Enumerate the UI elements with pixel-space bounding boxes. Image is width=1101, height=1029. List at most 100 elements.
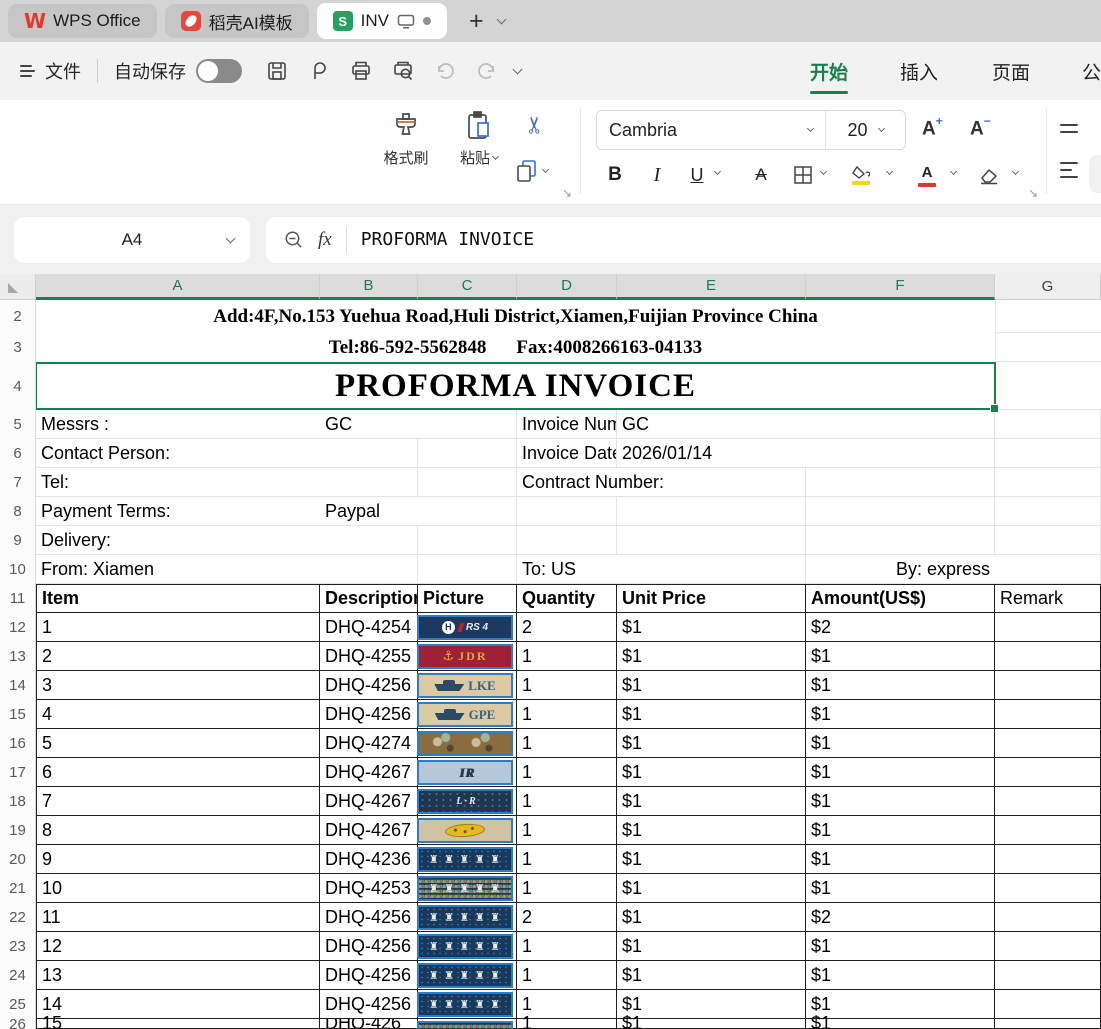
product-picture-lh[interactable]: ♜ ♜ ♜ ♜ ♜ (417, 847, 513, 872)
cell-amount-row19[interactable]: $1 (806, 816, 995, 845)
cell-picture-row23[interactable]: ♜ ♜ ♜ ♜ ♜ (418, 932, 517, 961)
cell-unit-price-row25[interactable]: $1 (617, 990, 806, 1019)
menu-tab-page[interactable]: 页面 (992, 42, 1030, 100)
cell-G6[interactable] (995, 439, 1101, 468)
row-header-21[interactable]: 21 (0, 874, 35, 903)
font-color-chevron-icon[interactable] (950, 168, 957, 175)
cell-E10[interactable] (617, 555, 806, 584)
product-picture-emblem[interactable]: ⚓JDR (417, 644, 513, 669)
cell-amount-row18[interactable]: $1 (806, 787, 995, 816)
column-header-A[interactable]: A (36, 274, 320, 300)
table-header-picture[interactable]: Picture (418, 584, 517, 613)
invoice-title-cell[interactable]: PROFORMA INVOICE (36, 362, 995, 410)
product-picture-car[interactable]: HRS 4 (417, 615, 513, 640)
cell-item-number-row16[interactable]: 5 (36, 729, 320, 758)
formula-content[interactable]: PROFORMA INVOICE (361, 229, 534, 250)
table-header-amount-us-[interactable]: Amount(US$) (806, 584, 995, 613)
cell-D6[interactable]: Invoice Date: (517, 439, 617, 468)
cell-quantity-row21[interactable]: 1 (517, 874, 617, 903)
row-header-16[interactable]: 16 (0, 729, 35, 758)
cell-description-row13[interactable]: DHQ-4255 (320, 642, 418, 671)
cell-description-row24[interactable]: DHQ-4256 (320, 961, 418, 990)
format-painter-button[interactable]: 格式刷 (372, 110, 440, 168)
cell-item-number-row14[interactable]: 3 (36, 671, 320, 700)
cell-picture-row15[interactable]: GPE (418, 700, 517, 729)
cell-quantity-row23[interactable]: 1 (517, 932, 617, 961)
cell-unit-price-row13[interactable]: $1 (617, 642, 806, 671)
product-picture-camo[interactable] (417, 731, 513, 756)
cell-item-number-row20[interactable]: 9 (36, 845, 320, 874)
cell-remark-row17[interactable] (995, 758, 1101, 787)
cell-description-row14[interactable]: DHQ-4256 (320, 671, 418, 700)
cell-quantity-row16[interactable]: 1 (517, 729, 617, 758)
cell-item-number-row24[interactable]: 13 (36, 961, 320, 990)
zoom-out-icon[interactable] (284, 230, 304, 250)
cell-remark-row22[interactable] (995, 903, 1101, 932)
cell-remark-row23[interactable] (995, 932, 1101, 961)
cell-picture-row25[interactable]: ♜ ♜ ♜ ♜ ♜ (418, 990, 517, 1019)
cell-name-box[interactable]: A4 (14, 217, 250, 263)
increase-font-button[interactable]: A+ (922, 116, 943, 140)
cell-E8[interactable] (617, 497, 806, 526)
tab-docer-templates[interactable]: 稻壳AI模板 (165, 4, 309, 38)
cell-remark-row24[interactable] (995, 961, 1101, 990)
cell-description-row21[interactable]: DHQ-4253 (320, 874, 418, 903)
menu-tab-home[interactable]: 开始 (810, 42, 848, 100)
cell-quantity-row15[interactable]: 1 (517, 700, 617, 729)
row-header-12[interactable]: 12 (0, 613, 35, 642)
column-header-D[interactable]: D (517, 274, 617, 300)
cell-remark-row12[interactable] (995, 613, 1101, 642)
cell-picture-row20[interactable]: ♜ ♜ ♜ ♜ ♜ (418, 845, 517, 874)
cell-C10[interactable] (418, 555, 517, 584)
cell-C7[interactable] (418, 468, 517, 497)
row-header-22[interactable]: 22 (0, 903, 35, 932)
cell-F10[interactable]: By: express (806, 555, 995, 584)
cell-remark-row25[interactable] (995, 990, 1101, 1019)
cell-E5[interactable]: GC (617, 410, 806, 439)
cell-remark-row19[interactable] (995, 816, 1101, 845)
cell-description-row16[interactable]: DHQ-4274 (320, 729, 418, 758)
row-header-17[interactable]: 17 (0, 758, 35, 787)
product-picture-lh[interactable]: ♜ ♜ ♜ ♜ ♜ (417, 992, 513, 1017)
cell-quantity-row12[interactable]: 2 (517, 613, 617, 642)
align-left-icon[interactable] (1060, 162, 1078, 178)
cell-quantity-row18[interactable]: 1 (517, 787, 617, 816)
italic-button[interactable]: I (642, 158, 672, 192)
cell-remark-row16[interactable] (995, 729, 1101, 758)
cell-D5[interactable]: Invoice Number: (517, 410, 617, 439)
row-header-3[interactable]: 3 (0, 333, 35, 362)
column-header-B[interactable]: B (320, 274, 418, 300)
cell-unit-price-row12[interactable]: $1 (617, 613, 806, 642)
cell-F6[interactable] (806, 439, 995, 468)
product-picture-jaguar[interactable] (417, 818, 513, 843)
cell-description-row25[interactable]: DHQ-4256 (320, 990, 418, 1019)
cell-quantity-row17[interactable]: 1 (517, 758, 617, 787)
row-header-7[interactable]: 7 (0, 468, 35, 497)
cell-unit-price-row19[interactable]: $1 (617, 816, 806, 845)
cell-F7[interactable] (806, 468, 995, 497)
borders-chevron-icon[interactable] (820, 168, 827, 175)
cell-description-row22[interactable]: DHQ-4256 (320, 903, 418, 932)
cell-G10[interactable] (995, 555, 1101, 584)
cell-amount-row24[interactable]: $1 (806, 961, 995, 990)
bold-button[interactable]: B (600, 158, 630, 192)
fx-icon[interactable]: fx (318, 229, 332, 251)
cell-quantity-row22[interactable]: 2 (517, 903, 617, 932)
cell-E6[interactable]: 2026/01/14 (617, 439, 806, 468)
row-header-14[interactable]: 14 (0, 671, 35, 700)
align-top-icon[interactable] (1060, 124, 1078, 133)
row-header-11[interactable]: 11 (0, 584, 35, 613)
cell-remark-row18[interactable] (995, 787, 1101, 816)
row-header-5[interactable]: 5 (0, 410, 35, 439)
row-header-23[interactable]: 23 (0, 932, 35, 961)
cell-A7[interactable]: Tel: (36, 468, 320, 497)
fill-color-chevron-icon[interactable] (886, 168, 893, 175)
cell-amount-row26[interactable]: $1 (806, 1019, 995, 1029)
product-picture-ship[interactable]: LKE (417, 673, 513, 698)
font-size-select[interactable]: 20 (825, 111, 905, 149)
cell-F9[interactable] (806, 526, 995, 555)
product-picture-lh[interactable]: ♜ ♜ ♜ ♜ ♜ (417, 934, 513, 959)
cell-unit-price-row17[interactable]: $1 (617, 758, 806, 787)
row-header-10[interactable]: 10 (0, 555, 35, 584)
menu-tab-insert[interactable]: 插入 (900, 42, 938, 100)
